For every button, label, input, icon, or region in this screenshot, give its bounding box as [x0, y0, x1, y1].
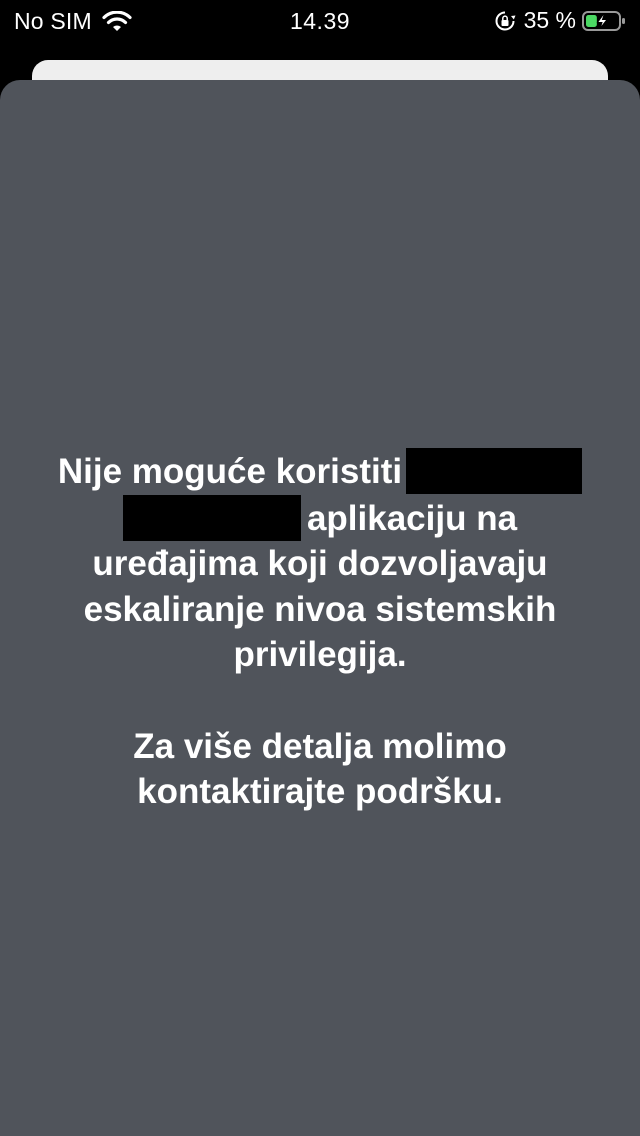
- status-bar: No SIM 14.39 35 %: [0, 0, 640, 42]
- message-text: aplikaciju na: [306, 498, 518, 538]
- redacted-block: [406, 448, 583, 494]
- redacted-block: [122, 494, 301, 541]
- status-right: 35 %: [494, 7, 626, 34]
- message-line-1: Nije moguće koristiti: [0, 448, 640, 495]
- message-text: Nije moguće koristiti: [57, 452, 403, 491]
- orientation-lock-icon: [495, 11, 516, 30]
- message-line-2: aplikaciju na: [0, 494, 640, 542]
- message-line-6: Za više detalja molimo: [133, 726, 507, 766]
- message-line-4: eskaliranje nivoa sistemskih: [83, 589, 557, 629]
- battery-charging-icon: [582, 10, 625, 31]
- jailbreak-warning-message: Nije moguće koristiti aplikaciju na uređ…: [0, 448, 640, 815]
- message-line-3: uređajima koji dozvoljavaju: [92, 544, 548, 583]
- message-line-5: privilegija.: [233, 635, 407, 674]
- battery-percent: 35 %: [523, 7, 576, 33]
- message-line-7: kontaktirajte podršku.: [137, 772, 503, 811]
